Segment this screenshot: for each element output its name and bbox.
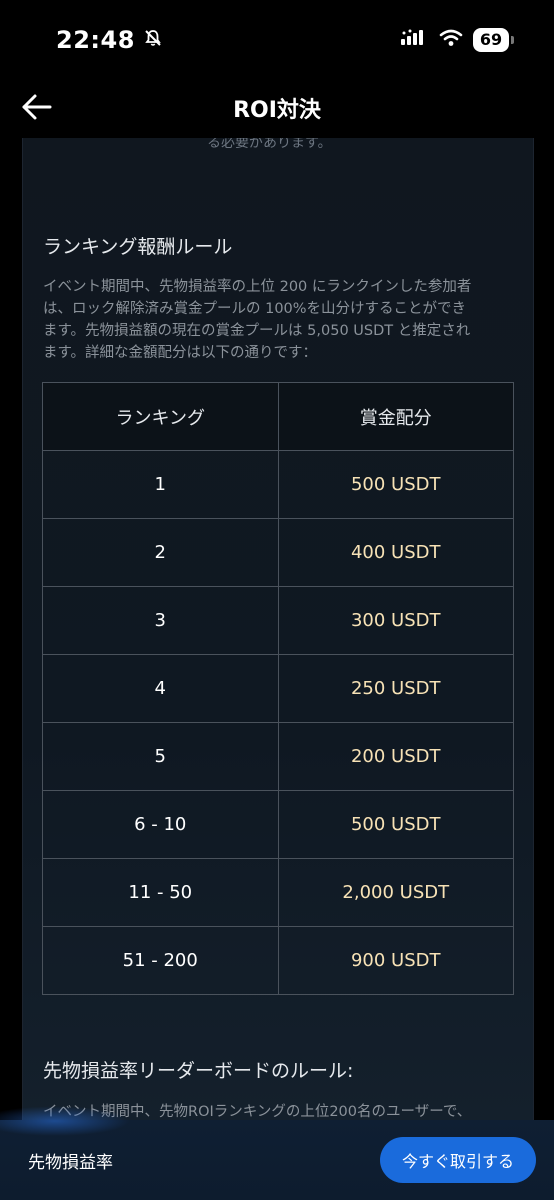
ranking-rules-title: ランキング報酬ルール bbox=[43, 236, 233, 258]
rank-cell: 51 - 200 bbox=[42, 926, 279, 995]
reward-cell: 500 USDT bbox=[277, 450, 514, 519]
reward-cell: 500 USDT bbox=[277, 790, 514, 859]
nav-bar: ROI対決 bbox=[0, 80, 554, 136]
status-time-group: 22:48 bbox=[56, 26, 163, 54]
table-row: 4 250 USDT bbox=[42, 654, 514, 723]
rank-cell: 4 bbox=[42, 654, 279, 723]
reward-cell: 200 USDT bbox=[277, 722, 514, 791]
header-reward: 賞金配分 bbox=[277, 382, 514, 451]
cellular-signal-icon bbox=[401, 29, 429, 51]
rules-card: る必要があります。 ランキング報酬ルール イベント期間中、先物損益率の上位 20… bbox=[22, 138, 534, 1128]
arrow-left-icon bbox=[22, 94, 52, 120]
battery-icon: 69 bbox=[473, 28, 509, 52]
wifi-icon bbox=[439, 29, 463, 51]
table-row: 3 300 USDT bbox=[42, 586, 514, 655]
reward-cell: 400 USDT bbox=[277, 518, 514, 587]
status-bar: 22:48 69 bbox=[0, 0, 554, 80]
header-ranking: ランキング bbox=[42, 382, 279, 451]
table-row: 6 - 10 500 USDT bbox=[42, 790, 514, 859]
table-row: 5 200 USDT bbox=[42, 722, 514, 791]
bottom-tab-label[interactable]: 先物損益率 bbox=[28, 1148, 113, 1173]
status-time: 22:48 bbox=[56, 26, 135, 54]
reward-cell: 900 USDT bbox=[277, 926, 514, 995]
table-row: 2 400 USDT bbox=[42, 518, 514, 587]
reward-table: ランキング 賞金配分 1 500 USDT 2 400 USDT 3 300 U… bbox=[42, 382, 514, 995]
table-row: 51 - 200 900 USDT bbox=[42, 926, 514, 995]
ranking-rules-line: イベント期間中、先物損益率の上位 200 にランクインした参加者 bbox=[43, 279, 472, 295]
ranking-rules-text: イベント期間中、先物損益率の上位 200 にランクインした参加者 は、ロック解除… bbox=[43, 276, 518, 364]
cut-off-text: る必要があります。 bbox=[207, 138, 332, 151]
table-row: 1 500 USDT bbox=[42, 450, 514, 519]
page-title: ROI対決 bbox=[233, 98, 321, 123]
reward-cell: 2,000 USDT bbox=[277, 858, 514, 927]
bottom-action-bar: 先物損益率 今すぐ取引する bbox=[0, 1106, 554, 1200]
rank-cell: 1 bbox=[42, 450, 279, 519]
table-row: 11 - 50 2,000 USDT bbox=[42, 858, 514, 927]
rank-cell: 5 bbox=[42, 722, 279, 791]
reward-cell: 300 USDT bbox=[277, 586, 514, 655]
ranking-rules-line: は、ロック解除済み賞金プールの 100%を山分けすることができ bbox=[43, 301, 467, 317]
status-icons: 69 bbox=[401, 28, 514, 52]
bell-slash-icon bbox=[143, 28, 163, 52]
rank-cell: 6 - 10 bbox=[42, 790, 279, 859]
reward-cell: 250 USDT bbox=[277, 654, 514, 723]
table-header-row: ランキング 賞金配分 bbox=[42, 382, 514, 451]
leaderboard-rules-title: 先物損益率リーダーボードのルール: bbox=[43, 1060, 354, 1082]
ranking-rules-line: ます。詳細な金額配分は以下の通りです： bbox=[43, 345, 318, 361]
rank-cell: 2 bbox=[42, 518, 279, 587]
back-button[interactable] bbox=[20, 92, 54, 122]
rank-cell: 11 - 50 bbox=[42, 858, 279, 927]
battery-tip bbox=[511, 36, 514, 44]
tab-glow bbox=[0, 1106, 130, 1136]
rank-cell: 3 bbox=[42, 586, 279, 655]
ranking-rules-line: ます。先物損益額の現在の賞金プールは 5,050 USDT と推定され bbox=[43, 323, 471, 339]
trade-now-button[interactable]: 今すぐ取引する bbox=[379, 1137, 536, 1183]
